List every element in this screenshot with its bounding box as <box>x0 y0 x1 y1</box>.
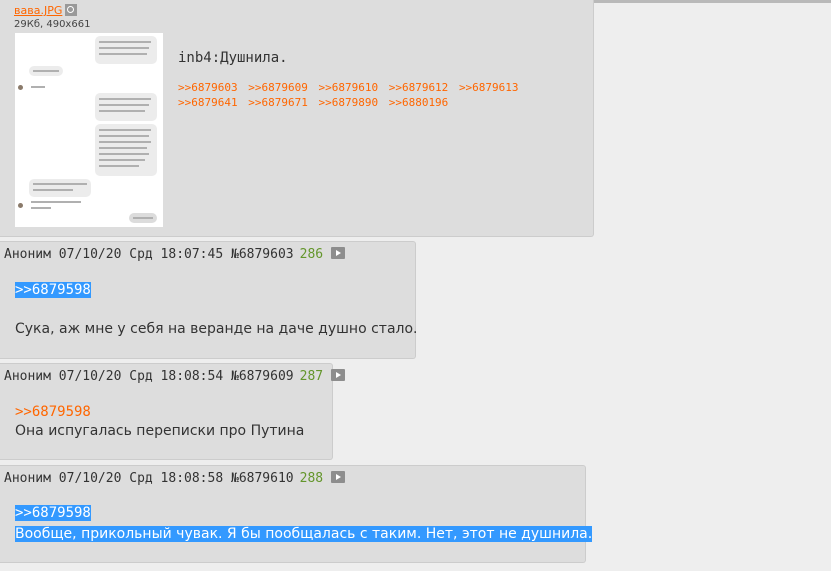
file-line: вава.JPG <box>14 4 78 17</box>
quote-link[interactable]: >>6879598 <box>15 404 91 420</box>
avatar <box>18 85 23 90</box>
post-menu-icon[interactable] <box>331 471 346 483</box>
post-date: 07/10/20 Срд 18:08:54 <box>58 369 224 384</box>
reply-link[interactable]: >>6879613 <box>459 81 519 94</box>
reply-post: Аноним 07/10/20 Срд 18:08:54 №6879609 287… <box>0 363 346 460</box>
file-name-link[interactable]: вава.JPG <box>14 4 62 17</box>
post-id-link[interactable]: №6879609 <box>231 369 294 384</box>
op-post: вава.JPG 29Кб, 490x661 inb4:Душнила. >>6… <box>0 0 594 237</box>
post-author: Аноним <box>4 369 51 384</box>
chat-bubble <box>95 124 157 176</box>
post-header: Аноним 07/10/20 Срд 18:08:54 №6879609 287 <box>4 369 346 384</box>
quote-link[interactable]: >>6879598 <box>15 505 91 521</box>
post-author: Аноним <box>4 471 51 486</box>
op-text: inb4:Душнила. <box>178 50 288 66</box>
post-date: 07/10/20 Срд 18:07:45 <box>58 247 224 262</box>
post-index: 286 <box>299 247 324 262</box>
reply-link[interactable]: >>6879671 <box>248 96 308 109</box>
post-author: Аноним <box>4 247 51 262</box>
reply-link[interactable]: >>6879609 <box>248 81 308 94</box>
post-menu-icon[interactable] <box>331 369 346 381</box>
image-thumbnail[interactable] <box>15 33 163 227</box>
post-id-link[interactable]: №6879610 <box>231 471 294 486</box>
quote-link[interactable]: >>6879598 <box>15 282 91 298</box>
reply-link[interactable]: >>6879603 <box>178 81 238 94</box>
reply-link[interactable]: >>6879890 <box>318 96 378 109</box>
reply-link[interactable]: >>6879610 <box>318 81 378 94</box>
post-date: 07/10/20 Срд 18:08:58 <box>58 471 224 486</box>
reply-link[interactable]: >>6880196 <box>389 96 449 109</box>
reply-post: Аноним 07/10/20 Срд 18:08:58 №6879610 288… <box>0 465 593 563</box>
post-index: 287 <box>299 369 324 384</box>
post-header: Аноним 07/10/20 Срд 18:07:45 №6879603 286 <box>4 247 346 262</box>
magnifier-icon[interactable] <box>65 4 78 16</box>
post-menu-icon[interactable] <box>331 247 346 259</box>
reply-link[interactable]: >>6879641 <box>178 96 238 109</box>
post-header: Аноним 07/10/20 Срд 18:08:58 №6879610 288 <box>4 471 346 486</box>
post-text: Вообще, прикольный чувак. Я бы пообщалас… <box>15 526 593 542</box>
reply-link[interactable]: >>6879612 <box>389 81 449 94</box>
post-text: Она испугалась переписки про Путина <box>15 423 305 439</box>
reply-links: >>6879603 >>6879609 >>6879610 >>6879612 … <box>178 80 588 110</box>
chat-bubble <box>29 179 91 197</box>
reply-post: Аноним 07/10/20 Срд 18:07:45 №6879603 286… <box>0 241 418 359</box>
post-id-link[interactable]: №6879603 <box>231 247 294 262</box>
post-text: Сука, аж мне у себя на веранде на даче д… <box>15 321 418 337</box>
post-index: 288 <box>299 471 324 486</box>
file-info: 29Кб, 490x661 <box>14 19 91 30</box>
avatar <box>18 203 23 208</box>
